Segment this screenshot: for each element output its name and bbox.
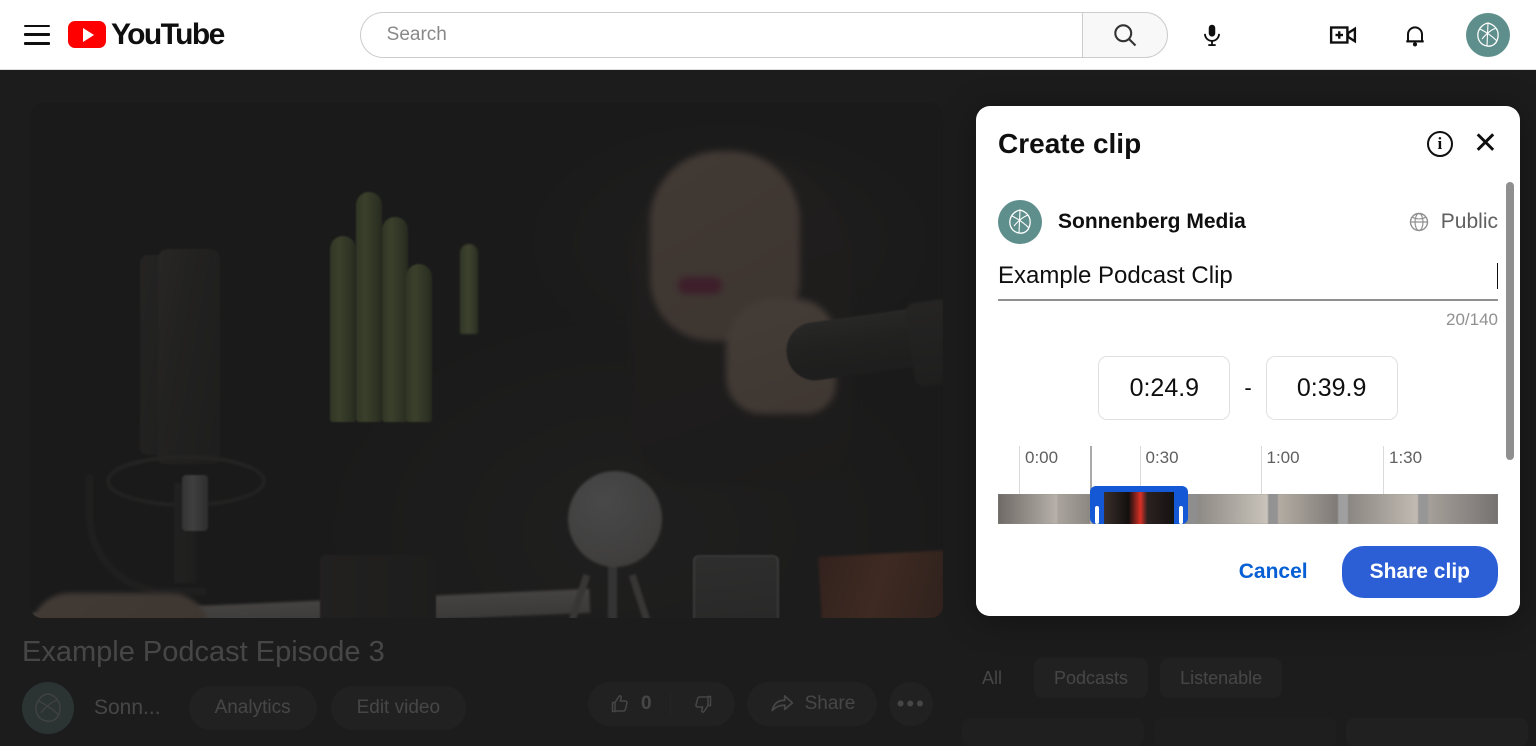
info-circle-icon[interactable]: i <box>1426 131 1453 157</box>
search-icon <box>1113 23 1136 46</box>
youtube-logo-text: YouTube <box>111 17 225 51</box>
visibility-label: Public <box>1440 210 1498 233</box>
timeline-ruler: 0:00 0:30 1:00 1:30 <box>998 446 1498 498</box>
channel-avatar-glyph <box>1009 209 1031 234</box>
timeline-tick-label: 0:30 <box>1145 448 1179 467</box>
create-clip-dialog: Create clip i ✕ Sonnenberg Media Public … <box>976 106 1520 616</box>
bell-icon <box>1406 25 1424 46</box>
microphone-icon <box>1203 24 1220 46</box>
text-cursor <box>1496 263 1498 289</box>
clip-end-time-input[interactable]: 0:39.9 <box>1265 356 1398 420</box>
voice-search-button[interactable] <box>1190 13 1234 57</box>
clip-owner-row: Sonnenberg Media Public <box>998 200 1498 244</box>
search-area <box>359 11 1234 58</box>
search-input[interactable] <box>386 23 1082 46</box>
close-x-icon[interactable]: ✕ <box>1473 129 1498 159</box>
globe-icon <box>1409 212 1428 232</box>
timeline-filmstrip[interactable] <box>998 494 1498 524</box>
clip-start-handle[interactable] <box>1094 506 1099 524</box>
create-video-icon <box>1329 25 1357 44</box>
clip-selection-range[interactable] <box>1089 486 1188 524</box>
hamburger-menu-icon[interactable] <box>24 24 50 45</box>
avatar[interactable] <box>1466 12 1510 57</box>
clip-time-range-row: 0:24.9 - 0:39.9 <box>998 356 1498 420</box>
timeline-tick-label: 1:30 <box>1389 448 1423 467</box>
dialog-title: Create clip <box>998 128 1142 159</box>
youtube-play-icon <box>68 21 106 48</box>
share-clip-button[interactable]: Share clip <box>1341 546 1498 598</box>
dialog-scroll-content: Sonnenberg Media Public 20/140 0:24.9 - … <box>976 178 1520 546</box>
header-right-actions <box>1322 12 1510 57</box>
character-counter: 20/140 <box>1446 310 1498 329</box>
notifications-button[interactable] <box>1394 14 1436 56</box>
cancel-button[interactable]: Cancel <box>1221 548 1326 596</box>
clip-selection-preview <box>1103 492 1174 524</box>
timeline-tick-label: 0:00 <box>1025 448 1059 467</box>
clip-title-field[interactable] <box>998 262 1498 301</box>
clip-start-time-input[interactable]: 0:24.9 <box>1098 356 1231 420</box>
timeline-tick-label: 1:00 <box>1266 448 1300 467</box>
masthead-header: YouTube <box>0 0 1536 70</box>
dialog-footer: Cancel Share clip <box>976 528 1520 616</box>
clip-owner-name: Sonnenberg Media <box>1058 210 1246 233</box>
clip-end-handle[interactable] <box>1178 506 1183 524</box>
dialog-scrollbar-thumb[interactable] <box>1506 182 1514 460</box>
search-box[interactable] <box>359 11 1082 58</box>
clip-title-input[interactable] <box>998 262 1497 290</box>
time-range-separator: - <box>1244 375 1252 400</box>
channel-avatar-glyph <box>1477 21 1499 47</box>
dialog-header-actions: i ✕ <box>1426 129 1498 159</box>
search-button[interactable] <box>1081 11 1168 58</box>
channel-avatar <box>998 200 1042 244</box>
clip-timeline[interactable]: 0:00 0:30 1:00 1:30 <box>998 446 1498 524</box>
youtube-logo[interactable]: YouTube <box>68 17 225 52</box>
dialog-scrollbar[interactable] <box>1506 182 1514 542</box>
dialog-header: Create clip i ✕ <box>976 106 1520 160</box>
visibility-badge: Public <box>1407 210 1498 234</box>
create-video-button[interactable] <box>1322 14 1364 56</box>
